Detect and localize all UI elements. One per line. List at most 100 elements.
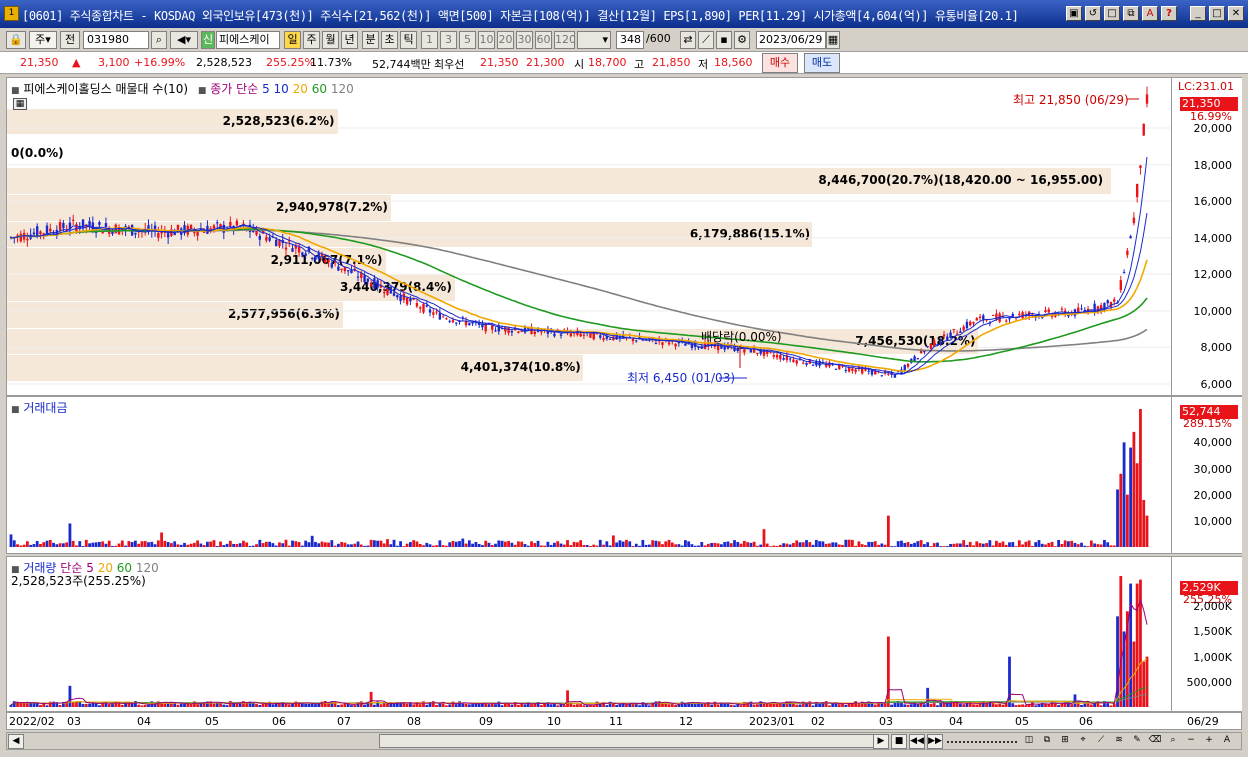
calendar-icon[interactable]: ▦ [826, 31, 840, 49]
crosshair-icon[interactable]: ⌖ [1075, 734, 1091, 749]
period-tick[interactable]: 틱 [400, 31, 417, 49]
custom-count-select[interactable]: ▾ [577, 31, 611, 49]
count-120[interactable]: 120 [554, 31, 575, 49]
scroll-stop-icon[interactable]: ■ [891, 734, 907, 749]
restore-layout-icon[interactable]: ▣ [1066, 6, 1082, 21]
volume-bar [97, 705, 101, 707]
amount-bar [307, 542, 311, 547]
volume-bar [464, 703, 468, 707]
scroll-next-icon[interactable]: ▶ [873, 734, 889, 749]
volume-bar [1044, 704, 1047, 707]
turnover: 11.73% [310, 56, 352, 69]
speaker-icon[interactable]: ◀▾ [170, 31, 198, 49]
candle-body [386, 288, 389, 295]
amount-bar [12, 540, 16, 547]
close-icon[interactable]: ✕ [1228, 6, 1244, 21]
amount-bar [981, 543, 985, 547]
amount-panel[interactable]: ■ 거래대금 [6, 396, 1172, 554]
chart-tool-icon[interactable]: ⇄ [680, 31, 696, 49]
period-year[interactable]: 년 [341, 31, 358, 49]
count-1[interactable]: 1 [421, 31, 438, 49]
bars-input[interactable]: 348 [616, 31, 644, 49]
period-month[interactable]: 월 [322, 31, 339, 49]
volume-bar [828, 705, 831, 707]
save-icon[interactable]: ▪ [716, 31, 732, 49]
count-5[interactable]: 5 [459, 31, 476, 49]
candle-body [952, 329, 956, 331]
amount-bar [242, 540, 245, 547]
period-minute[interactable]: 분 [362, 31, 379, 49]
all-button[interactable]: 전 [60, 31, 80, 49]
buy-button[interactable]: 매수 [762, 53, 798, 73]
settings-icon[interactable]: ⚙ [734, 31, 750, 49]
amount-bar [451, 541, 455, 547]
count-30[interactable]: 30 [516, 31, 533, 49]
toolbar: 🔒 주▾ 전 031980 ⌕ ◀▾ 신 피에스케이 일 주 월 년 분 초 틱… [0, 28, 1248, 52]
maximize-icon[interactable]: □ [1209, 6, 1225, 21]
amount-bar [896, 541, 900, 547]
price-panel[interactable]: 2,528,523(6.2%) 0(0.0%) 8,446,700(20.7%)(1… [6, 77, 1172, 396]
draw-icon[interactable]: ✎ [1129, 734, 1145, 749]
grid-icon[interactable]: ▦ [13, 98, 27, 110]
detach-icon[interactable]: ⧉ [1123, 6, 1139, 21]
split-icon[interactable]: ⊞ [1057, 734, 1073, 749]
chart-type-icon[interactable]: ◫ [1021, 734, 1037, 749]
amount-bar [1004, 544, 1008, 547]
window-icon[interactable]: □ [1104, 6, 1120, 21]
x-axis-label: 04 [949, 715, 963, 728]
help-icon[interactable]: ? [1161, 6, 1177, 21]
scroll-left-icon[interactable]: ◀ [8, 734, 24, 749]
amount-bar [1129, 447, 1133, 547]
amount-bar [192, 542, 196, 547]
period-week[interactable]: 주 [303, 31, 320, 49]
count-20[interactable]: 20 [497, 31, 514, 49]
minimize-icon[interactable]: _ [1190, 6, 1206, 21]
line-tool-icon[interactable]: ⟋ [698, 31, 714, 49]
window-title: [0601] 주식종합차트 - KOSDAQ 외국인보유[473(천)] 주식수… [22, 9, 1019, 23]
font-icon[interactable]: A [1142, 6, 1158, 21]
trend-icon[interactable]: ⟋ [1093, 734, 1109, 749]
volume-panel[interactable]: ■ 거래량 단순 5 20 60 120 2,528,523주(255.25%) [6, 556, 1172, 712]
code-input[interactable]: 031980 [83, 31, 149, 49]
candle-body [235, 220, 239, 226]
period-second[interactable]: 초 [381, 31, 398, 49]
market-select[interactable]: 주▾ [29, 31, 57, 49]
period-day[interactable]: 일 [284, 31, 301, 49]
search-icon[interactable]: ⌕ [151, 31, 167, 49]
zoom-slider[interactable] [947, 741, 1017, 743]
zoom-in-icon[interactable]: + [1201, 734, 1217, 749]
font-size-icon[interactable]: A [1219, 734, 1235, 749]
x-axis-label: 06 [272, 715, 286, 728]
count-3[interactable]: 3 [440, 31, 457, 49]
legend-ma60: 60 [311, 82, 328, 96]
scroll-rewind-icon[interactable]: ◀◀ [909, 734, 925, 749]
amount-bar [124, 545, 127, 547]
return-icon[interactable]: ↺ [1085, 6, 1101, 21]
scrollbar[interactable]: ◀ ▶ ■ ◀◀ ▶▶ ◫ ⧉ ⊞ ⌖ ⟋ ≋ ✎ ⌫ ⌕ − + A [6, 732, 1242, 750]
count-10[interactable]: 10 [478, 31, 495, 49]
zoom-out-icon[interactable]: − [1183, 734, 1199, 749]
count-60[interactable]: 60 [535, 31, 552, 49]
candle-body [35, 226, 39, 237]
amount-bar [150, 541, 154, 547]
eraser-icon[interactable]: ⌫ [1147, 734, 1163, 749]
date-input[interactable]: 2023/06/29 [756, 31, 826, 49]
layout-icon[interactable]: ⧉ [1039, 734, 1055, 749]
candle-body [661, 342, 664, 345]
scroll-ff-icon[interactable]: ▶▶ [927, 734, 943, 749]
candle-body [579, 333, 582, 337]
amount-bar [906, 542, 910, 547]
fib-icon[interactable]: ≋ [1111, 734, 1127, 749]
sell-button[interactable]: 매도 [804, 53, 840, 73]
amount-bar [611, 535, 615, 547]
scroll-thumb[interactable] [379, 734, 875, 748]
amount-bar [942, 546, 946, 547]
volume-bar [569, 703, 573, 707]
lock-icon[interactable]: 🔒 [6, 31, 26, 49]
candle-body [792, 359, 795, 362]
market-value: 주 [35, 33, 46, 46]
amount-bar [1044, 544, 1047, 547]
amount-bar [592, 544, 596, 547]
amount-bar [569, 545, 573, 547]
zoom-search-icon[interactable]: ⌕ [1165, 734, 1181, 749]
